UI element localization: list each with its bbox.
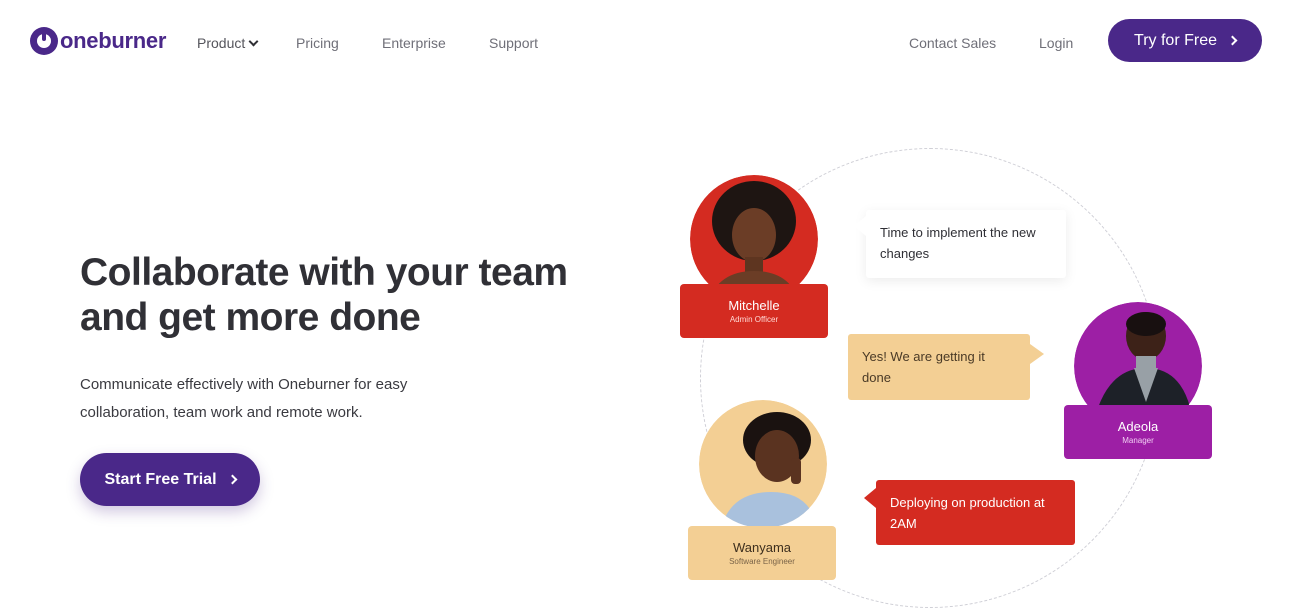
nav-pricing[interactable]: Pricing: [296, 35, 339, 51]
person-role: Software Engineer: [729, 557, 795, 566]
avatar-wanyama: [699, 400, 827, 528]
message-bubble: Time to implement the new changes: [854, 210, 1066, 278]
person-name: Adeola: [1117, 419, 1159, 434]
person-name: Wanyama: [732, 540, 792, 555]
name-card-wanyama: Wanyama Software Engineer: [688, 526, 836, 580]
start-free-trial-button[interactable]: Start Free Trial: [80, 453, 260, 506]
hero-subtext: Communicate effectively with Oneburner f…: [80, 376, 408, 421]
person-name: Mitchelle: [728, 298, 780, 313]
chevron-down-icon: [248, 36, 259, 47]
logo[interactable]: oneburner: [30, 27, 166, 55]
message-bubble: Deploying on production at 2AM: [864, 480, 1075, 545]
nav-product-label: Product: [197, 35, 246, 51]
start-free-trial-label: Start Free Trial: [104, 470, 217, 488]
nav-product[interactable]: Product: [197, 35, 259, 51]
nav-login[interactable]: Login: [1039, 35, 1073, 51]
try-for-free-label: Try for Free: [1134, 31, 1217, 49]
nav-contact-sales[interactable]: Contact Sales: [909, 35, 996, 51]
message-text: Yes! We are getting it done: [862, 349, 985, 385]
logo-text: oneburner: [60, 28, 167, 53]
message-text: Deploying on production at 2AM: [890, 495, 1045, 531]
bubble-tail: [864, 488, 876, 508]
hero-headline: Collaborate with your team and get more …: [80, 251, 568, 339]
nav-enterprise[interactable]: Enterprise: [382, 35, 446, 51]
nav-support[interactable]: Support: [489, 35, 538, 51]
chevron-right-icon: [227, 474, 237, 485]
name-card-mitchelle: Mitchelle Admin Officer: [680, 284, 828, 338]
message-text: Time to implement the new changes: [880, 225, 1036, 261]
bubble-tail: [1030, 344, 1044, 364]
try-for-free-button[interactable]: Try for Free: [1108, 19, 1262, 62]
bubble-tail: [854, 216, 866, 236]
top-navigation: oneburner Product Pricing Enterprise Sup…: [0, 0, 1311, 84]
person-role: Admin Officer: [729, 315, 779, 324]
chevron-right-icon: [1227, 35, 1238, 46]
name-card-adeola: Adeola Manager: [1064, 405, 1212, 459]
message-bubble: Yes! We are getting it done: [848, 334, 1044, 400]
power-icon: [30, 27, 58, 55]
person-role: Manager: [1122, 436, 1154, 445]
